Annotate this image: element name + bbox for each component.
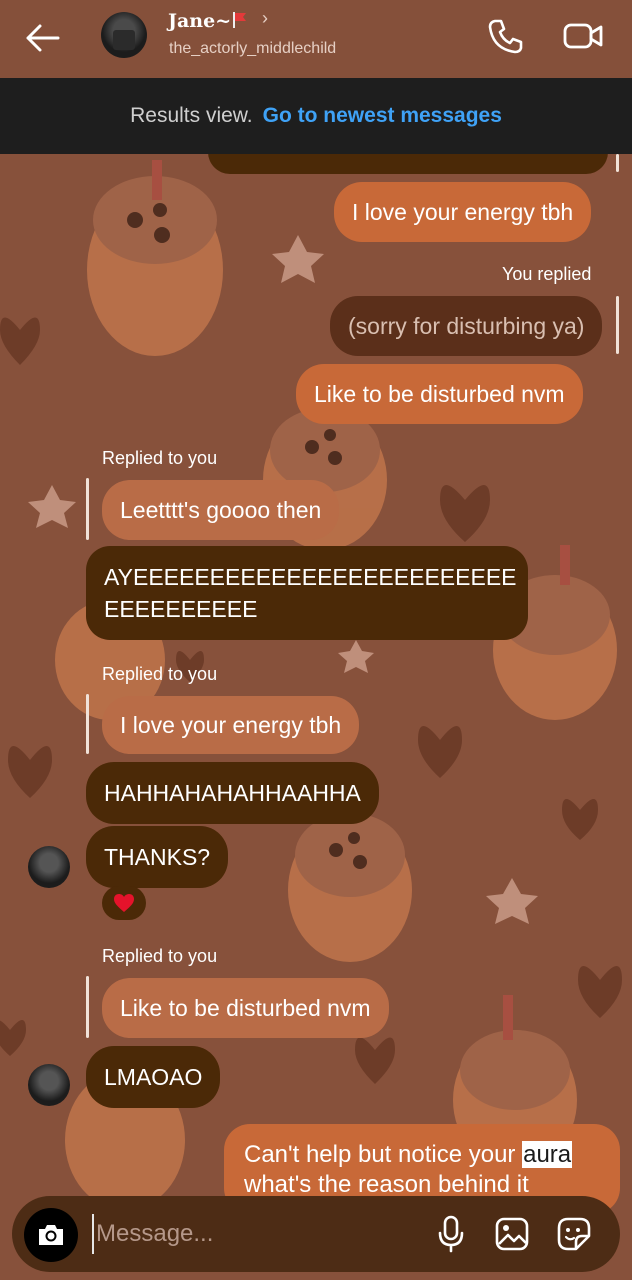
flag-icon <box>233 12 246 28</box>
results-view-banner: Results view. Go to newest messages <box>0 78 632 154</box>
message-text-line: AYEEEEEEEEEEEEEEEEEEEEEEEEE <box>104 564 517 590</box>
replied-to-you-label: Replied to you <box>102 946 218 966</box>
reply-indicator <box>86 694 89 754</box>
camera-icon <box>39 1225 63 1245</box>
message-bubble-incoming[interactable]: LMAOAO <box>86 1046 221 1108</box>
quoted-message[interactable]: Like to be disturbed nvm <box>102 978 389 1038</box>
message-bubble-incoming[interactable]: AYEEEEEEEEEEEEEEEEEEEEEEEEE EEEEEEEEEE <box>86 546 528 640</box>
message-composer: Message... <box>12 1196 620 1272</box>
message-text-line: Can't help but notice your aura <box>244 1140 600 1170</box>
video-camera-icon[interactable] <box>562 16 604 56</box>
sticker-icon[interactable] <box>556 1216 592 1252</box>
results-view-label: Results view. <box>130 104 253 127</box>
message-list[interactable]: I love your energy tbh You replied (sorr… <box>0 0 632 1280</box>
back-arrow-icon[interactable] <box>22 18 62 58</box>
go-to-newest-link[interactable]: Go to newest messages <box>263 104 502 128</box>
contact-avatar[interactable] <box>101 12 147 58</box>
replied-message-quote[interactable]: (sorry for disturbing ya) <box>330 296 603 356</box>
phone-icon[interactable] <box>486 16 526 56</box>
reply-indicator <box>86 478 89 540</box>
microphone-icon[interactable] <box>436 1214 466 1254</box>
chevron-right-icon[interactable]: › <box>262 8 268 29</box>
search-highlight: aura <box>522 1141 573 1168</box>
message-bubble-incoming[interactable]: THANKS? <box>86 826 229 888</box>
camera-button[interactable] <box>24 1208 78 1262</box>
message-bubble-outgoing[interactable]: I love your energy tbh <box>334 182 592 242</box>
message-bubble-outgoing[interactable]: Like to be disturbed nvm <box>296 364 583 424</box>
reply-indicator <box>86 976 89 1038</box>
gallery-icon[interactable] <box>494 1216 530 1252</box>
sender-avatar[interactable] <box>28 846 70 888</box>
quoted-message[interactable]: I love your energy tbh <box>102 696 360 754</box>
message-text-line: EEEEEEEEEE <box>104 596 258 622</box>
you-replied-label: You replied <box>502 264 592 284</box>
chat-header: Jane~ › the_actorly_middlechild <box>0 0 632 78</box>
message-bubble-incoming[interactable]: HAHHAHAHAHHAAHHA <box>86 762 379 824</box>
message-input[interactable]: Message... <box>92 1214 422 1254</box>
contact-name[interactable]: Jane~ <box>168 10 231 32</box>
reply-indicator <box>616 296 619 354</box>
avatar-image <box>113 30 135 50</box>
reply-indicator <box>616 154 619 172</box>
sender-avatar[interactable] <box>28 1064 70 1106</box>
message-text: Can't help but notice your <box>244 1141 523 1168</box>
heart-icon <box>114 894 134 912</box>
message-reaction[interactable] <box>102 886 146 920</box>
replied-to-you-label: Replied to you <box>102 448 218 468</box>
contact-username[interactable]: the_actorly_middlechild <box>169 40 336 58</box>
replied-to-you-label: Replied to you <box>102 664 218 684</box>
quoted-message[interactable]: Leetttt's goooo then <box>102 480 340 540</box>
